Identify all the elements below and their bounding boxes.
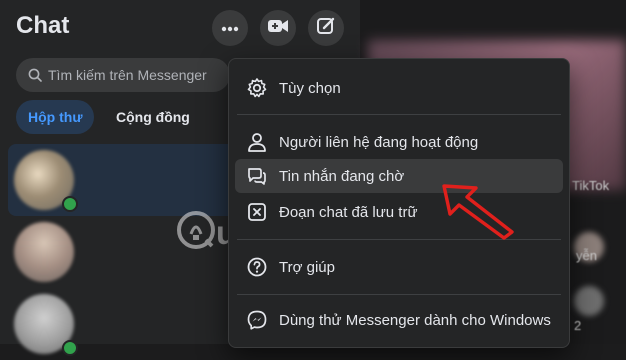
more-dots-icon (221, 19, 239, 37)
gear-icon (245, 76, 269, 100)
video-call-icon (267, 18, 289, 39)
menu-item-label: Đoạn chat đã lưu trữ (279, 203, 418, 221)
background-text: yễn (576, 248, 597, 263)
help-icon (245, 255, 269, 279)
menu-divider (237, 294, 561, 295)
menu-item-label: Người liên hệ đang hoạt động (279, 133, 479, 151)
compose-icon (316, 16, 336, 41)
compose-button[interactable] (308, 10, 344, 46)
menu-item-label: Dùng thử Messenger dành cho Windows (279, 311, 551, 329)
chat-bubbles-icon (245, 164, 269, 188)
search-icon (28, 68, 42, 82)
annotation-arrow (440, 180, 520, 247)
conversation-item[interactable] (8, 144, 258, 216)
more-options-button[interactable] (212, 10, 248, 46)
menu-item-label: Tùy chọn (279, 79, 341, 97)
avatar (14, 222, 74, 282)
avatar (574, 286, 604, 316)
menu-item-help[interactable]: Trợ giúp (235, 250, 563, 284)
search-placeholder: Tìm kiếm trên Messenger (48, 67, 207, 83)
page-title: Chat (16, 12, 70, 39)
online-indicator (62, 196, 78, 212)
conversation-item[interactable] (8, 216, 258, 288)
online-indicator (62, 340, 78, 356)
menu-item-try-messenger-windows[interactable]: Dùng thử Messenger dành cho Windows (235, 303, 563, 337)
menu-item-label: Trợ giúp (279, 258, 335, 276)
menu-item-label: Tin nhắn đang chờ (279, 167, 405, 185)
conversation-item[interactable] (8, 288, 258, 360)
menu-item-active-contacts[interactable]: Người liên hệ đang hoạt động (235, 125, 563, 159)
background-text: 2 (574, 318, 582, 333)
tab-communities[interactable]: Cộng đồng (104, 100, 202, 134)
new-video-call-button[interactable] (260, 10, 296, 46)
tab-inbox[interactable]: Hộp thư (16, 100, 95, 134)
messenger-icon (245, 308, 269, 332)
archive-icon (245, 200, 269, 224)
menu-item-preferences[interactable]: Tùy chọn (235, 71, 563, 105)
menu-divider (237, 114, 561, 115)
search-input[interactable]: Tìm kiếm trên Messenger (16, 58, 230, 92)
background-text: TikTok (572, 178, 610, 193)
person-icon (245, 130, 269, 154)
